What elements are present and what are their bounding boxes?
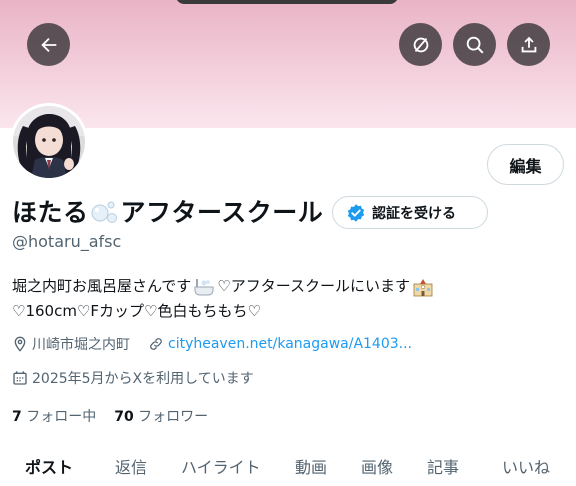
tab-photos[interactable]: 画像	[361, 454, 393, 478]
profile-location: 川崎市堀之内町	[32, 337, 130, 353]
bio-text-1a: 堀之内町お風呂屋さんです	[12, 277, 192, 295]
profile-bio: 堀之内町お風呂屋さんです ♡アフタースクールにいます ♡160cm♡Fカップ♡色…	[12, 274, 436, 324]
bubbles-emoji-icon	[90, 198, 120, 224]
tab-likes[interactable]: いいね	[502, 454, 550, 478]
display-name-part2: アフタースクール	[120, 198, 324, 227]
joined-date: 2025年5月からXを利用しています	[32, 371, 254, 387]
profile-tabs: ポスト 返信 ハイライト 動画 画像 記事 いいね	[0, 446, 576, 486]
share-icon	[521, 36, 536, 52]
hide-icon	[413, 37, 428, 52]
calendar-icon	[13, 371, 27, 385]
location-website-row: 川崎市堀之内町 cityheaven.net/kanagawa/A1403...	[12, 334, 412, 354]
tab-replies[interactable]: 返信	[115, 454, 147, 478]
tab-highlights[interactable]: ハイライト	[181, 454, 261, 478]
tab-posts[interactable]: ポスト	[25, 454, 73, 478]
tab-videos[interactable]: 動画	[295, 454, 327, 478]
search-icon	[466, 36, 484, 54]
profile-handle: @hotaru_afsc	[12, 232, 122, 251]
followers-count: 70	[114, 409, 134, 425]
edit-profile-button[interactable]: 編集	[487, 144, 564, 185]
bio-text-1b: ♡アフタースクールにいます	[217, 277, 410, 295]
tab-articles[interactable]: 記事	[427, 454, 459, 478]
search-button[interactable]	[453, 23, 496, 66]
banner-top-handle	[176, 0, 398, 4]
link-icon	[150, 338, 162, 350]
display-name-part1: ほたる	[12, 198, 89, 227]
joined-date-row: 2025年5月からXを利用しています	[12, 368, 254, 388]
profile-banner[interactable]	[0, 0, 576, 128]
following-link[interactable]: 7 フォロー中	[12, 406, 96, 426]
bio-line-2: ♡160cm♡Fカップ♡色白もちもち♡	[12, 302, 261, 320]
bio-line-1: 堀之内町お風呂屋さんです ♡アフタースクールにいます	[12, 274, 436, 299]
share-button[interactable]	[507, 23, 550, 66]
profile-website-link[interactable]: cityheaven.net/kanagawa/A1403...	[168, 336, 412, 352]
hide-button[interactable]	[399, 23, 442, 66]
following-label: フォロー中	[26, 409, 97, 425]
followers-label: フォロワー	[138, 409, 209, 425]
verified-badge-icon	[347, 203, 365, 222]
school-emoji-icon	[413, 278, 433, 296]
avatar-image	[13, 106, 85, 178]
profile-avatar[interactable]	[10, 103, 88, 181]
get-verified-label: 認証を受ける	[372, 205, 456, 222]
follow-stats: 7 フォロー中 70 フォロワー	[12, 406, 208, 426]
back-button[interactable]	[27, 23, 70, 66]
following-count: 7	[12, 409, 22, 425]
get-verified-button[interactable]: 認証を受ける	[332, 196, 488, 229]
followers-link[interactable]: 70 フォロワー	[114, 406, 208, 426]
location-pin-icon	[14, 336, 26, 352]
profile-display-name: ほたる アフタースクール	[12, 193, 323, 229]
bathtub-emoji-icon	[194, 278, 214, 295]
arrow-left-icon	[40, 37, 56, 52]
